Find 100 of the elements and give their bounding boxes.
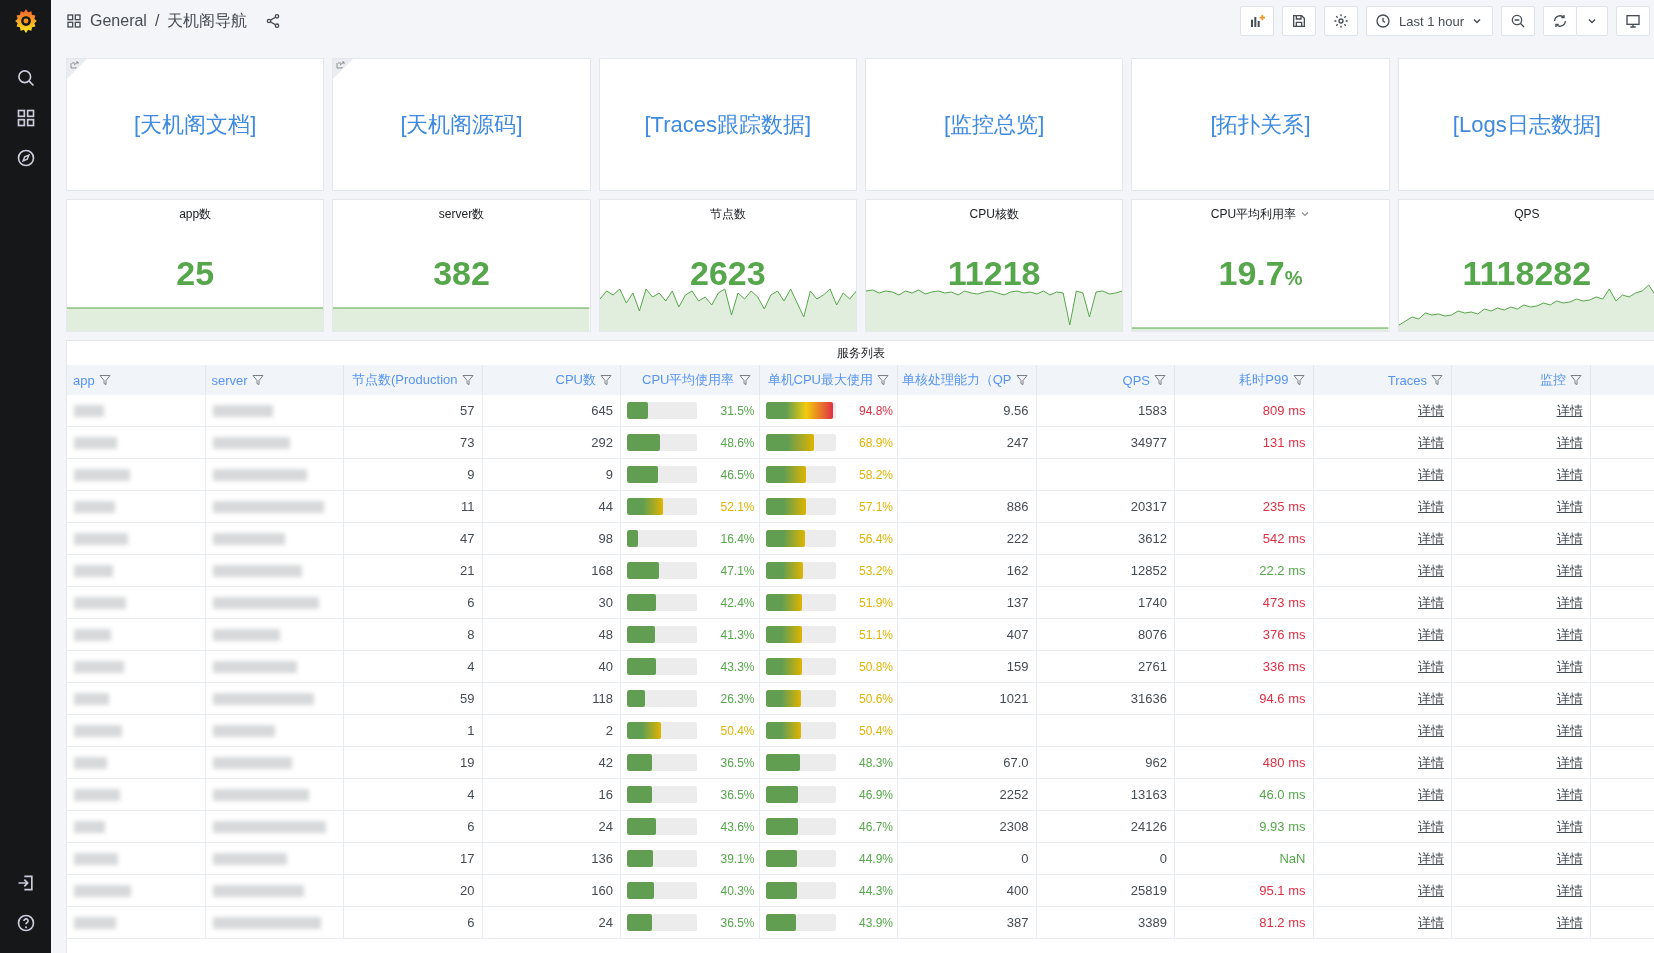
table-cell: 6 [467,915,475,930]
zoom-out-button[interactable] [1501,6,1535,36]
time-picker-button[interactable]: Last 1 hour [1365,6,1493,36]
blurred-text [74,692,109,705]
refresh-button[interactable] [1543,6,1577,36]
filter-icon[interactable] [251,374,264,386]
gauge-value: 48.6% [720,435,755,450]
folder-link[interactable]: General [90,12,147,30]
blurred-text [74,564,113,577]
filter-icon[interactable] [461,374,474,386]
gauge-value: 36.5% [720,915,755,930]
table-cell: 962 [1145,755,1167,770]
caret-icon[interactable] [1300,209,1311,219]
table-cell: 30 [598,595,613,610]
filter-icon[interactable] [98,374,111,386]
stat-title: QPS [1514,207,1540,221]
dashboard-link[interactable]: [Logs日志数据] [1452,109,1601,140]
blurred-text [74,756,107,769]
dashboard-link[interactable]: [天机阁源码] [400,109,523,140]
settings-button[interactable] [1323,6,1358,36]
details-link[interactable]: 详情 [1418,657,1444,676]
details-link[interactable]: 详情 [1418,497,1444,516]
details-link[interactable]: 详情 [1556,401,1583,420]
details-link[interactable]: 详情 [1418,561,1444,580]
details-link[interactable]: 详情 [1556,657,1583,676]
share-icon[interactable] [265,13,282,29]
table-cell: 8 [467,627,475,642]
details-link[interactable]: 详情 [1556,497,1583,516]
stat-title: CPU平均利用率 [1210,205,1297,223]
details-link[interactable]: 详情 [1556,593,1583,612]
table-cell: 25819 [1130,883,1167,898]
help-icon[interactable] [15,913,36,933]
details-link[interactable]: 详情 [1556,849,1583,868]
details-link[interactable]: 详情 [1556,753,1583,772]
gauge-value: 36.5% [720,787,755,802]
details-link[interactable]: 详情 [1556,721,1583,740]
details-link[interactable]: 详情 [1556,817,1583,836]
details-link[interactable]: 详情 [1418,465,1444,484]
blurred-text [74,628,111,641]
save-button[interactable] [1281,6,1316,36]
dashboard-link[interactable]: [拓扑关系] [1210,109,1311,140]
details-link[interactable]: 详情 [1418,849,1444,868]
filter-icon[interactable] [600,374,612,386]
table-cell: 48 [598,627,613,642]
latency-value: 809 ms [1262,403,1306,418]
details-link[interactable]: 详情 [1556,561,1583,580]
details-link[interactable]: 详情 [1418,785,1444,804]
refresh-icon [1552,13,1568,29]
blurred-text [74,820,105,833]
details-link[interactable]: 详情 [1556,465,1583,484]
tv-mode-button[interactable] [1616,6,1650,36]
details-link[interactable]: 详情 [1556,625,1583,644]
details-link[interactable]: 详情 [1556,433,1583,452]
filter-icon[interactable] [1431,374,1443,386]
filter-icon[interactable] [877,374,889,386]
table-cell: 11 [461,499,475,514]
details-link[interactable]: 详情 [1418,881,1444,900]
details-link[interactable]: 详情 [1418,433,1444,452]
breadcrumb-separator: / [154,12,160,30]
external-link-icon[interactable] [333,59,354,79]
filter-icon[interactable] [1569,374,1582,386]
table-cell: 8076 [1138,627,1167,642]
table-cell: 59 [460,691,475,706]
latency-value: 336 ms [1262,659,1306,674]
details-link[interactable]: 详情 [1418,529,1444,548]
details-link[interactable]: 详情 [1418,913,1444,932]
dashboard-link[interactable]: [监控总览] [944,109,1045,140]
filter-icon[interactable] [738,374,751,386]
details-link[interactable]: 详情 [1418,817,1444,836]
table-cell: 21 [460,563,475,578]
details-link[interactable]: 详情 [1556,785,1583,804]
details-link[interactable]: 详情 [1556,689,1583,708]
external-link-icon[interactable] [67,59,87,79]
details-link[interactable]: 详情 [1418,401,1444,420]
compass-icon[interactable] [15,148,36,168]
details-link[interactable]: 详情 [1418,593,1444,612]
table-cell: 47 [460,531,475,546]
details-link[interactable]: 详情 [1418,689,1444,708]
details-link[interactable]: 详情 [1418,753,1444,772]
filter-icon[interactable] [1154,374,1166,386]
details-link[interactable]: 详情 [1418,721,1444,740]
blurred-text [74,532,128,545]
dashboard-link[interactable]: [Traces跟踪数据] [644,109,812,140]
details-link[interactable]: 详情 [1418,625,1444,644]
gauge-value: 46.5% [720,467,755,482]
details-link[interactable]: 详情 [1556,529,1583,548]
add-panel-button[interactable] [1239,6,1274,36]
table-cell: 292 [591,435,613,450]
filter-icon[interactable] [1292,374,1305,386]
latency-value: 131 ms [1262,435,1306,450]
table-cell: 222 [1006,531,1029,546]
search-icon[interactable] [15,68,36,88]
dashboards-icon[interactable] [15,108,36,128]
table-cell: 3389 [1138,915,1167,930]
filter-icon[interactable] [1015,374,1028,386]
details-link[interactable]: 详情 [1556,881,1583,900]
blurred-text [74,660,124,673]
latency-value: 81.2 ms [1259,915,1306,930]
dashboard-link[interactable]: [天机阁文档] [134,109,257,140]
details-link[interactable]: 详情 [1556,913,1583,932]
